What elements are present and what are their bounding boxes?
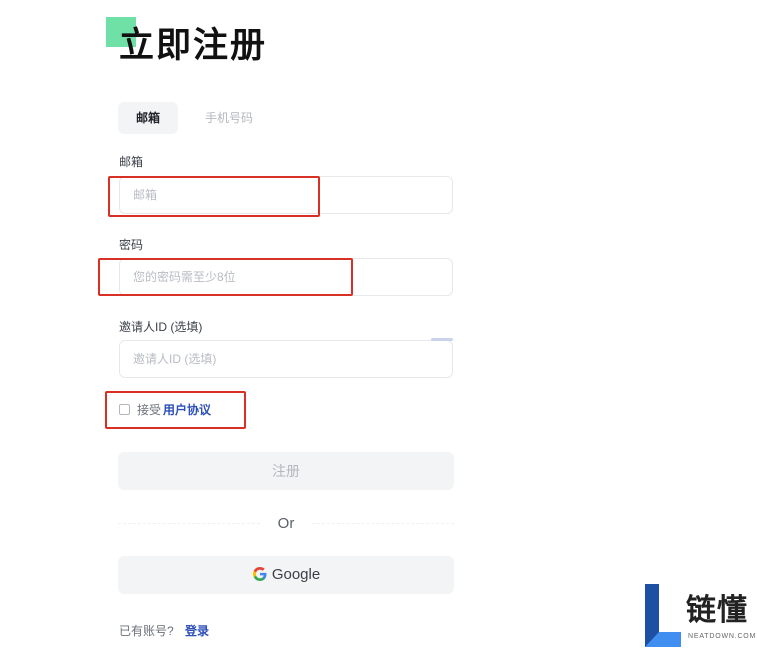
divider-right [312, 523, 454, 524]
login-link[interactable]: 登录 [185, 623, 209, 639]
google-signin-button[interactable]: Google [118, 556, 454, 594]
user-agreement-link[interactable]: 用户协议 [163, 402, 211, 418]
invite-id-field[interactable]: 邀请人ID (选填) [119, 340, 453, 378]
have-account-text: 已有账号? [119, 624, 174, 638]
watermark-brand-cn: 链懂 [686, 594, 748, 627]
watermark-brand-en: NEATDOWN.COM [688, 633, 757, 640]
google-icon [252, 567, 267, 581]
email-label: 邮箱 [119, 155, 144, 169]
google-button-label: Google [271, 566, 321, 583]
blur-artifact [431, 338, 453, 341]
email-field[interactable]: 邮箱 [119, 176, 453, 214]
page-title: 立即注册 [119, 26, 268, 65]
invite-label: 邀请人ID (选填) [119, 320, 203, 334]
accept-text: 接受 [137, 403, 162, 417]
neatdown-logo-icon [645, 584, 681, 647]
register-button[interactable]: 注册 [118, 452, 454, 490]
password-label: 密码 [119, 238, 144, 252]
or-separator: Or [274, 515, 298, 533]
tab-email[interactable]: 邮箱 [118, 102, 178, 134]
password-field[interactable]: 您的密码需至少8位 [119, 258, 453, 296]
divider-left [118, 523, 260, 524]
tab-phone[interactable]: 手机号码 [196, 102, 262, 134]
agreement-checkbox[interactable] [119, 404, 130, 415]
